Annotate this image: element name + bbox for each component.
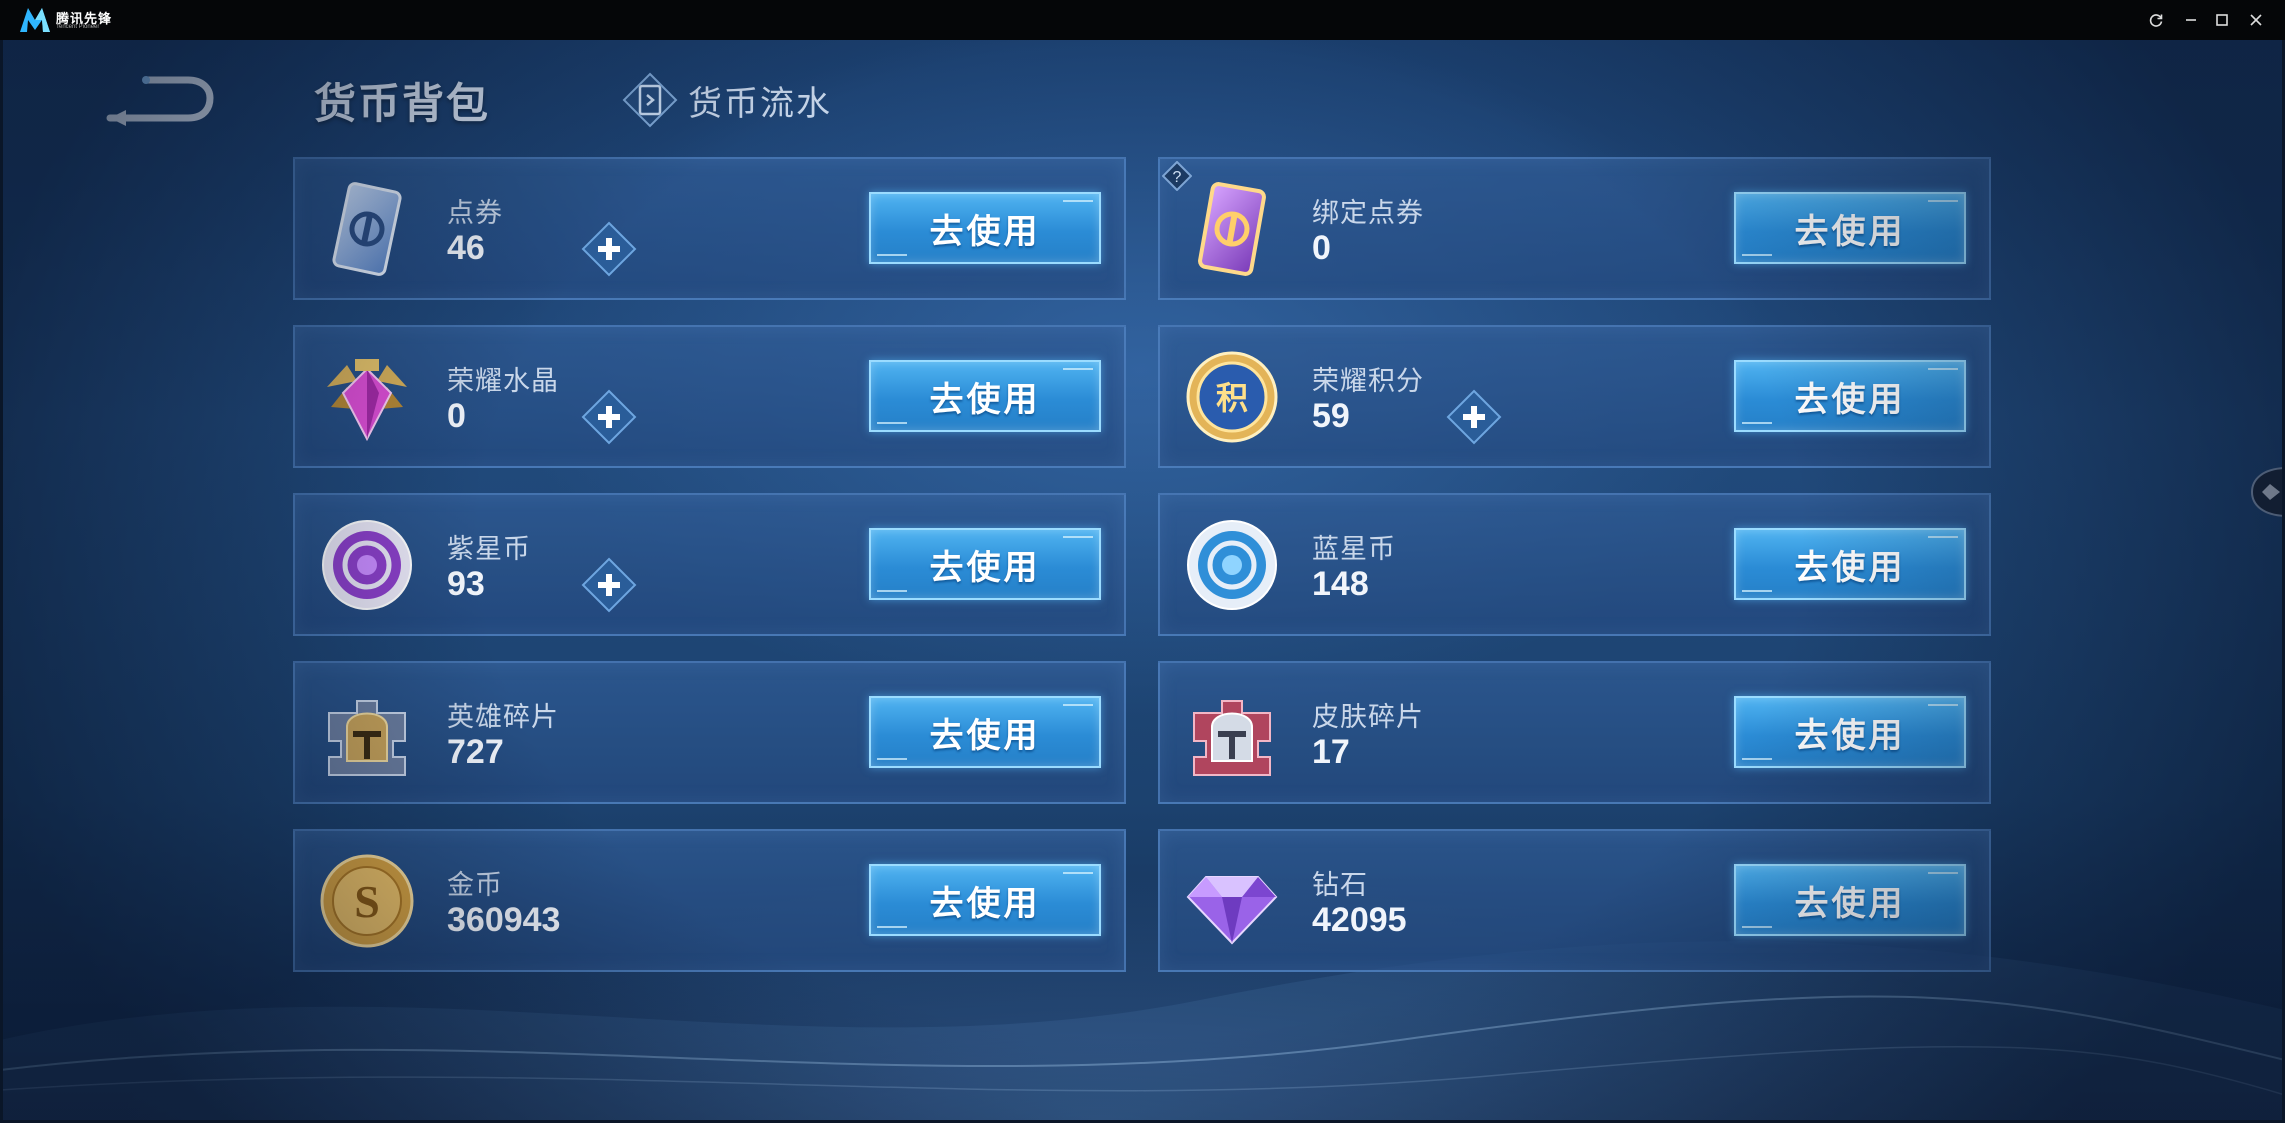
gold-coin-icon: S — [320, 854, 414, 948]
currency-name: 绑定点券 — [1312, 198, 1424, 228]
refresh-icon — [2149, 14, 2163, 27]
emulator-title-bar: 腾讯先锋 Tencent Pioneer — [0, 0, 2285, 40]
svg-text:?: ? — [1173, 169, 1182, 186]
currency-card-glory-points: 积 荣耀积分 59 去使用 — [1158, 325, 1991, 468]
currency-grid: 点券 46 去使用 ? 绑定点券 0 去使用 荣耀水晶 0 去使用 积 荣耀积分… — [293, 157, 1991, 1017]
maximize-button[interactable] — [2209, 8, 2235, 32]
purple-star-coin-icon — [322, 520, 412, 610]
minimize-button[interactable] — [2178, 8, 2204, 32]
currency-card-diamond: 钻石 42095 去使用 — [1158, 829, 1991, 972]
use-button[interactable]: 去使用 — [869, 696, 1101, 768]
close-button[interactable] — [2243, 8, 2269, 32]
tencent-pioneer-logo-icon — [20, 8, 50, 32]
skin-fragment-icon — [1193, 700, 1271, 776]
refresh-button[interactable] — [2143, 8, 2169, 32]
currency-card-gold-coin: S 金币 360943 去使用 — [293, 829, 1126, 972]
currency-name: 蓝星币 — [1312, 534, 1396, 564]
currency-name: 紫星币 — [447, 534, 531, 564]
currency-card-hero-fragment: 英雄碎片 727 去使用 — [293, 661, 1126, 804]
currency-name: 荣耀积分 — [1312, 366, 1424, 396]
use-button[interactable]: 去使用 — [869, 864, 1101, 936]
currency-card-skin-fragment: 皮肤碎片 17 去使用 — [1158, 661, 1991, 804]
currency-amount: 727 — [447, 733, 504, 771]
svg-text:积: 积 — [1216, 379, 1248, 417]
tab-currency-bag[interactable]: 货币背包 — [314, 70, 490, 131]
currency-name: 钻石 — [1312, 870, 1368, 900]
tab-currency-flow-label: 货币流水 — [688, 84, 832, 123]
add-purple-star-coin-plus-icon[interactable] — [581, 557, 637, 613]
game-screen: 货币背包 货币流水 点券 46 去使用 ? 绑定点券 0 去使用 荣耀水晶 0 … — [0, 40, 2285, 1123]
svg-text:S: S — [354, 876, 380, 927]
use-button[interactable]: 去使用 — [1734, 696, 1966, 768]
currency-flow-icon — [622, 72, 678, 128]
tab-currency-flow[interactable]: 货币流水 — [622, 70, 832, 130]
hero-fragment-icon — [328, 700, 406, 776]
frame-left — [0, 40, 3, 1123]
currency-card-voucher: 点券 46 去使用 — [293, 157, 1126, 300]
app-brand-subtitle: Tencent Pioneer — [56, 24, 100, 30]
use-button[interactable]: 去使用 — [869, 528, 1101, 600]
currency-card-glory-crystal: 荣耀水晶 0 去使用 — [293, 325, 1126, 468]
maximize-icon — [2216, 14, 2228, 26]
currency-name: 点券 — [447, 198, 503, 228]
glory-crystal-icon — [327, 359, 407, 442]
diamond-icon — [1186, 876, 1278, 945]
currency-card-bound-voucher: ? 绑定点券 0 去使用 — [1158, 157, 1991, 300]
use-button[interactable]: 去使用 — [1734, 864, 1966, 936]
add-glory-points-plus-icon[interactable] — [1446, 389, 1502, 445]
currency-amount: 17 — [1312, 733, 1350, 771]
blue-star-coin-icon — [1187, 520, 1277, 610]
currency-amount: 93 — [447, 565, 485, 603]
add-voucher-plus-icon[interactable] — [581, 221, 637, 277]
back-arrow-icon[interactable] — [106, 70, 216, 128]
use-button[interactable]: 去使用 — [1734, 360, 1966, 432]
currency-amount: 0 — [447, 397, 466, 435]
use-button[interactable]: 去使用 — [869, 360, 1101, 432]
minimize-icon — [2186, 19, 2196, 21]
currency-name: 皮肤碎片 — [1312, 702, 1424, 732]
currency-name: 英雄碎片 — [447, 702, 559, 732]
close-icon — [2250, 14, 2262, 26]
currency-card-blue-star-coin: 蓝星币 148 去使用 — [1158, 493, 1991, 636]
voucher-card-icon — [332, 182, 402, 276]
currency-amount: 46 — [447, 229, 485, 267]
currency-name: 金币 — [447, 870, 503, 900]
currency-amount: 0 — [1312, 229, 1331, 267]
use-button[interactable]: 去使用 — [1734, 528, 1966, 600]
currency-name: 荣耀水晶 — [447, 366, 559, 396]
side-panel-handle-icon[interactable] — [2248, 466, 2285, 518]
add-glory-crystal-plus-icon[interactable] — [581, 389, 637, 445]
currency-amount: 148 — [1312, 565, 1369, 603]
currency-card-purple-star-coin: 紫星币 93 去使用 — [293, 493, 1126, 636]
currency-amount: 360943 — [447, 901, 561, 939]
glory-points-icon: 积 — [1186, 351, 1278, 443]
bound-voucher-card-icon — [1198, 182, 1266, 276]
currency-amount: 59 — [1312, 397, 1350, 435]
use-button[interactable]: 去使用 — [1734, 192, 1966, 264]
currency-amount: 42095 — [1312, 901, 1407, 939]
use-button[interactable]: 去使用 — [869, 192, 1101, 264]
